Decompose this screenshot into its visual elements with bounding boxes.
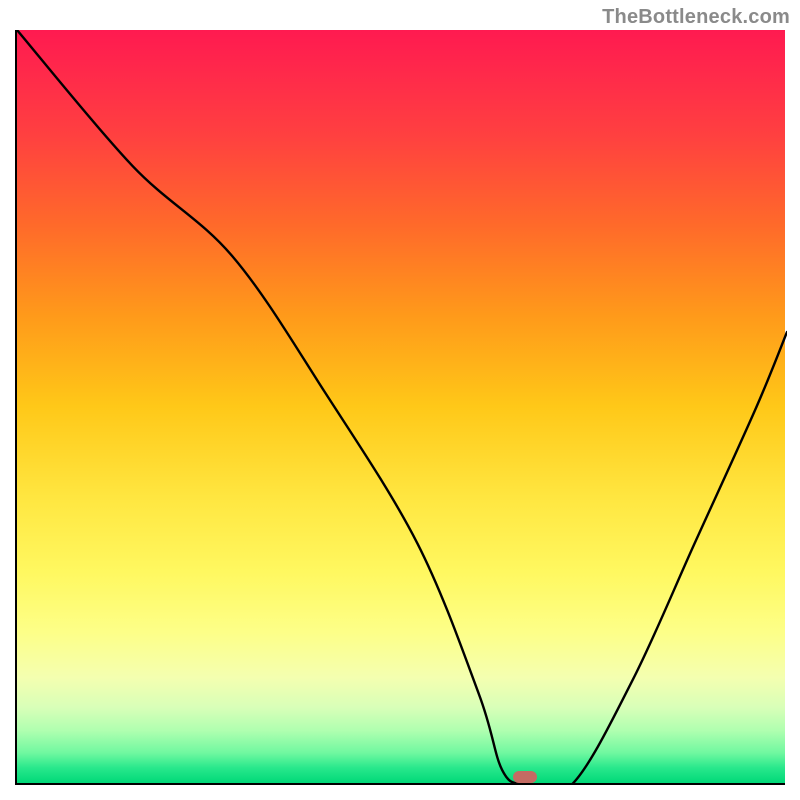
- watermark-text: TheBottleneck.com: [602, 6, 790, 29]
- bottleneck-curve-path: [17, 30, 787, 785]
- optimal-marker: [513, 771, 537, 783]
- plot-area: [15, 30, 785, 785]
- chart-container: TheBottleneck.com: [0, 0, 800, 800]
- curve-layer: [17, 30, 787, 785]
